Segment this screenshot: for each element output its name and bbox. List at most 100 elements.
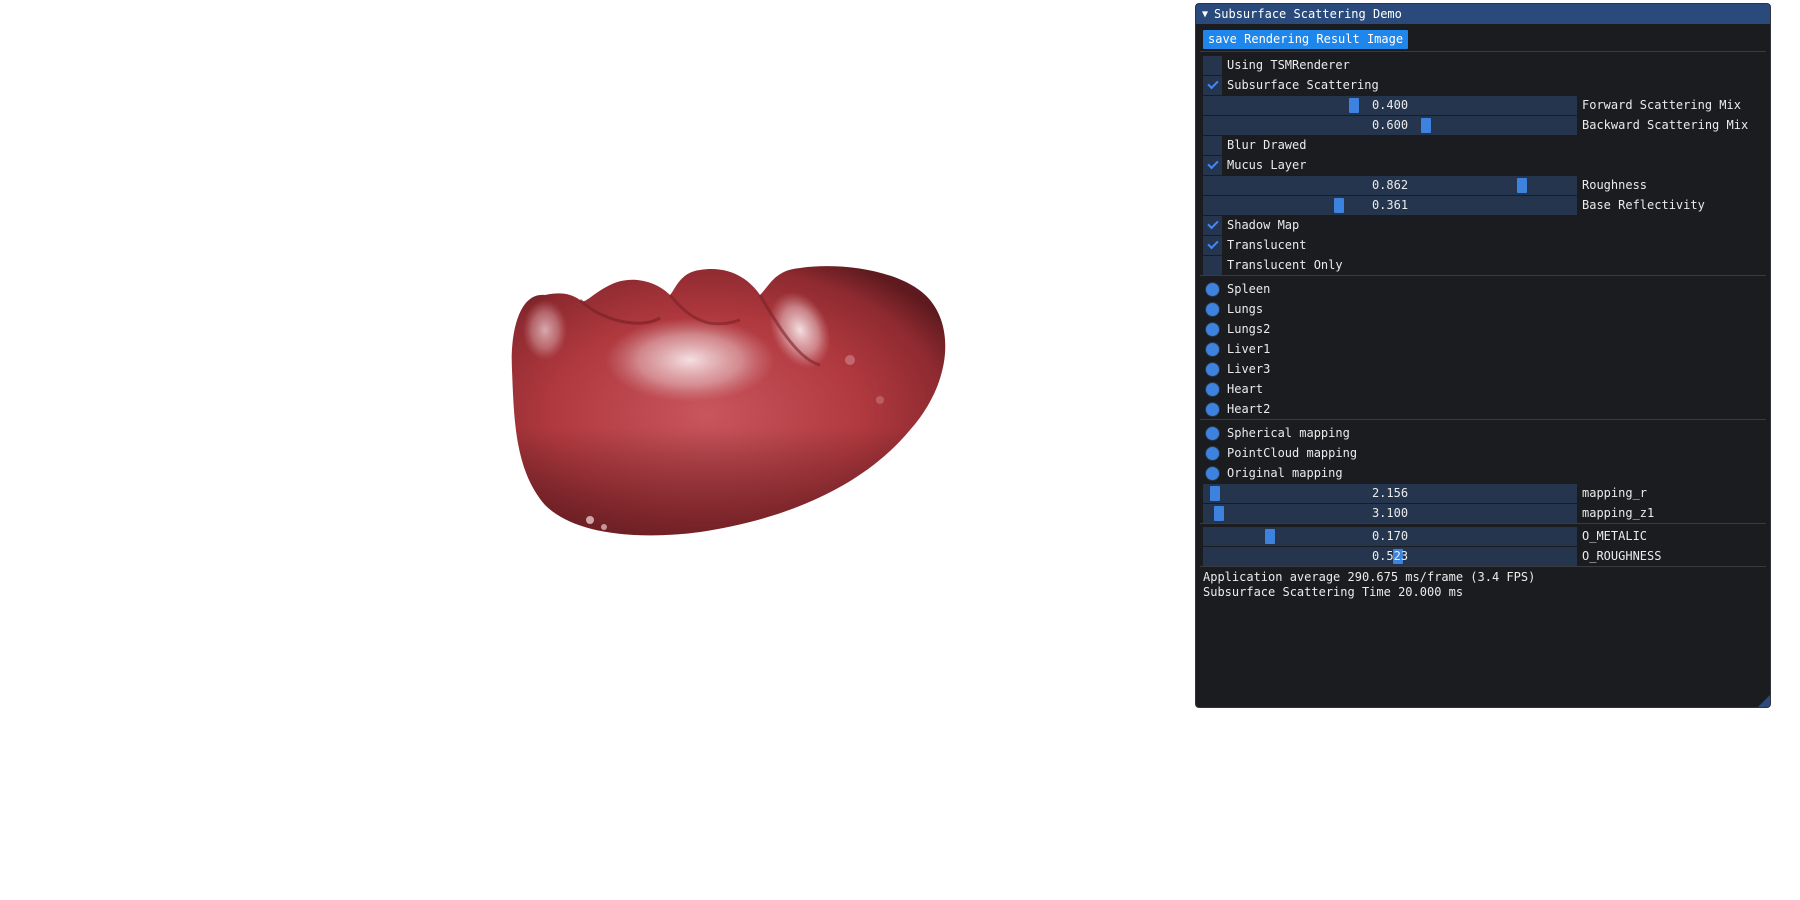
organ-radio-liver3[interactable]: Liver3	[1203, 359, 1763, 379]
slider-value: 0.600	[1371, 118, 1409, 132]
checkbox-row-mucus-layer[interactable]: Mucus Layer	[1203, 155, 1763, 175]
slider-label: O_ROUGHNESS	[1582, 549, 1662, 563]
checkbox-label: Translucent Only	[1227, 258, 1343, 272]
radio-label: Spleen	[1227, 282, 1271, 296]
radio-button[interactable]	[1203, 424, 1222, 443]
checkbox-row-subsurface-scattering[interactable]: Subsurface Scattering	[1203, 75, 1763, 95]
slider-row-backward-scattering-mix: 0.600 Backward Scattering Mix	[1203, 115, 1763, 135]
mapping-radio-pointcloud-mapping[interactable]: PointCloud mapping	[1203, 443, 1763, 463]
radio-label: Heart	[1227, 382, 1264, 396]
slider-label: O_METALIC	[1582, 529, 1648, 543]
forward-scattering-mix-slider[interactable]: 0.400	[1203, 95, 1577, 115]
roughness-slider[interactable]: 0.862	[1203, 175, 1577, 195]
checkbox-row-shadow-map[interactable]: Shadow Map	[1203, 215, 1763, 235]
slider-label: Roughness	[1582, 178, 1648, 192]
slider-label: mapping_z1	[1582, 506, 1655, 520]
checkbox-label: Mucus Layer	[1227, 158, 1307, 172]
organ-radio-spleen[interactable]: Spleen	[1203, 279, 1763, 299]
radio-dot-icon	[1206, 362, 1219, 376]
slider-value: 0.400	[1371, 98, 1409, 112]
shadow-map-checkbox[interactable]	[1203, 215, 1222, 235]
checkbox-label: Translucent	[1227, 238, 1307, 252]
mapping-r-slider[interactable]: 2.156	[1203, 483, 1577, 503]
checkbox-row-translucent-only[interactable]: Translucent Only	[1203, 255, 1763, 275]
slider-label: Backward Scattering Mix	[1582, 118, 1749, 132]
settings-panel: ▼ Subsurface Scattering Demo save Render…	[1195, 3, 1771, 708]
backward-scattering-mix-slider[interactable]: 0.600	[1203, 115, 1577, 135]
mapping-radio-original-mapping[interactable]: Original mapping	[1203, 463, 1763, 483]
radio-button[interactable]	[1203, 340, 1222, 359]
stat-line: Subsurface Scattering Time 20.000 ms	[1203, 584, 1464, 599]
checkmark-icon	[1206, 77, 1219, 90]
radio-dot-icon	[1206, 402, 1219, 416]
checkbox-label: Blur Drawed	[1227, 138, 1307, 152]
save-result-image-button[interactable]: save Rendering Result Image	[1203, 29, 1409, 49]
radio-button[interactable]	[1203, 464, 1222, 483]
base-reflectivity-slider[interactable]: 0.361	[1203, 195, 1577, 215]
radio-dot-icon	[1206, 322, 1219, 336]
render-viewport[interactable]	[0, 0, 1180, 900]
checkbox-row-translucent[interactable]: Translucent	[1203, 235, 1763, 255]
mapping-radio-spherical-mapping[interactable]: Spherical mapping	[1203, 423, 1763, 443]
radio-label: Heart2	[1227, 402, 1271, 416]
radio-label: Spherical mapping	[1227, 426, 1350, 440]
radio-dot-icon	[1206, 282, 1219, 296]
slider-row-o-roughness: 0.523 O_ROUGHNESS	[1203, 546, 1763, 566]
o-metalic-slider[interactable]: 0.170	[1203, 526, 1577, 546]
checkbox-row-using-tsmrenderer[interactable]: Using TSMRenderer	[1203, 55, 1763, 75]
slider-value: 0.523	[1371, 549, 1409, 563]
radio-button[interactable]	[1203, 400, 1222, 419]
organ-radio-heart2[interactable]: Heart2	[1203, 399, 1763, 419]
slider-row-forward-scattering-mix: 0.400 Forward Scattering Mix	[1203, 95, 1763, 115]
translucent-only-checkbox[interactable]	[1203, 255, 1222, 275]
using-tsmrenderer-checkbox[interactable]	[1203, 55, 1222, 75]
mucus-layer-checkbox[interactable]	[1203, 155, 1222, 175]
radio-button[interactable]	[1203, 444, 1222, 463]
panel-title: Subsurface Scattering Demo	[1214, 7, 1402, 21]
organ-radio-lungs2[interactable]: Lungs2	[1203, 319, 1763, 339]
slider-value: 3.100	[1371, 506, 1409, 520]
checkmark-icon	[1206, 217, 1219, 230]
radio-label: Lungs	[1227, 302, 1264, 316]
radio-dot-icon	[1206, 426, 1219, 440]
slider-value: 2.156	[1371, 486, 1409, 500]
resize-grip-icon[interactable]	[1758, 695, 1770, 707]
slider-value: 0.862	[1371, 178, 1409, 192]
translucent-checkbox[interactable]	[1203, 235, 1222, 255]
checkbox-label: Using TSMRenderer	[1227, 58, 1350, 72]
panel-titlebar[interactable]: ▼ Subsurface Scattering Demo	[1196, 4, 1770, 24]
blur-drawed-checkbox[interactable]	[1203, 135, 1222, 155]
rendered-organ-model	[511, 266, 946, 536]
radio-dot-icon	[1206, 446, 1219, 460]
radio-dot-icon	[1206, 342, 1219, 356]
radio-button[interactable]	[1203, 360, 1222, 379]
radio-dot-icon	[1206, 302, 1219, 316]
slider-label: mapping_r	[1582, 486, 1648, 500]
radio-button[interactable]	[1203, 320, 1222, 339]
radio-label: Original mapping	[1227, 466, 1343, 480]
o-roughness-slider[interactable]: 0.523	[1203, 546, 1577, 566]
slider-label: Base Reflectivity	[1582, 198, 1705, 212]
radio-dot-icon	[1206, 466, 1219, 480]
radio-button[interactable]	[1203, 300, 1222, 319]
radio-label: Liver3	[1227, 362, 1271, 376]
checkmark-icon	[1206, 157, 1219, 170]
checkbox-row-blur-drawed[interactable]: Blur Drawed	[1203, 135, 1763, 155]
organ-radio-lungs[interactable]: Lungs	[1203, 299, 1763, 319]
radio-button[interactable]	[1203, 380, 1222, 399]
organ-radio-heart[interactable]: Heart	[1203, 379, 1763, 399]
checkbox-label: Shadow Map	[1227, 218, 1300, 232]
radio-button[interactable]	[1203, 280, 1222, 299]
collapse-triangle-icon[interactable]: ▼	[1202, 9, 1208, 20]
organ-radio-liver1[interactable]: Liver1	[1203, 339, 1763, 359]
checkmark-icon	[1206, 237, 1219, 250]
slider-value: 0.361	[1371, 198, 1409, 212]
slider-row-mapping-r: 2.156 mapping_r	[1203, 483, 1763, 503]
radio-label: PointCloud mapping	[1227, 446, 1358, 460]
slider-row-roughness: 0.862 Roughness	[1203, 175, 1763, 195]
slider-row-mapping-z1: 3.100 mapping_z1	[1203, 503, 1763, 523]
slider-label: Forward Scattering Mix	[1582, 98, 1741, 112]
subsurface-scattering-checkbox[interactable]	[1203, 75, 1222, 95]
slider-row-base-reflectivity: 0.361 Base Reflectivity	[1203, 195, 1763, 215]
mapping-z1-slider[interactable]: 3.100	[1203, 503, 1577, 523]
